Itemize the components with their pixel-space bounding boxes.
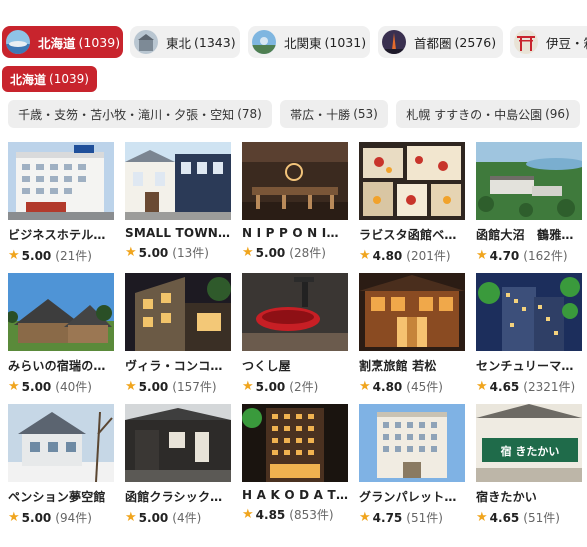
hotel-photo <box>8 404 114 482</box>
star-icon: ★ <box>8 379 20 394</box>
hotel-name: 函館大沼 鶴雅… <box>476 228 574 242</box>
hotel-name: ビジネスホテル… <box>8 228 106 242</box>
star-icon: ★ <box>476 379 488 394</box>
star-icon: ★ <box>125 510 137 525</box>
hotel-rating: ★ 4.80 (45件) <box>359 379 443 394</box>
hotel-photo <box>8 273 114 351</box>
hotel-name: みらいの宿瑞の… <box>8 359 106 373</box>
hotel-card[interactable]: ヴィラ・コンコ… ★ 5.00 (157件) <box>125 273 231 398</box>
hotel-photo <box>359 142 465 220</box>
hotel-card[interactable]: 割烹旅館 若松 ★ 4.80 (45件) <box>359 273 465 398</box>
hotel-rating: ★ 5.00 (21件) <box>8 248 92 263</box>
hotel-photo <box>125 273 231 351</box>
hotel-rating: ★ 5.00 (28件) <box>242 245 326 260</box>
hotel-photo <box>242 142 348 220</box>
star-icon: ★ <box>359 248 371 263</box>
hotel-card[interactable]: N I P P O N I… ★ 5.00 (28件) <box>242 142 348 267</box>
hotel-card[interactable]: みらいの宿瑞の… ★ 5.00 (40件) <box>8 273 114 398</box>
star-icon: ★ <box>242 379 254 394</box>
hotel-name: 宿きたかい <box>476 490 538 504</box>
star-icon: ★ <box>359 379 371 394</box>
hotel-photo <box>125 142 231 220</box>
star-icon: ★ <box>476 248 488 263</box>
star-icon: ★ <box>8 248 20 263</box>
hotel-rating: ★ 4.65 (2321件) <box>476 379 576 394</box>
hotel-card[interactable]: 函館クラシック… ★ 5.00 (4件) <box>125 404 231 529</box>
hotel-rating: ★ 4.75 (51件) <box>359 510 443 525</box>
star-icon: ★ <box>359 510 371 525</box>
hotel-card[interactable]: ビジネスホテル… ★ 5.00 (21件) <box>8 142 114 267</box>
hotel-rating: ★ 4.70 (162件) <box>476 248 568 263</box>
hotel-name: センチュリーマ… <box>476 359 574 373</box>
hotel-photo <box>242 404 348 482</box>
hotel-name: H A K O D A T… <box>242 488 348 502</box>
hotel-name: ラビスタ函館ベ… <box>359 228 457 242</box>
star-icon: ★ <box>125 245 137 260</box>
hotel-card[interactable]: ペンション夢空館 ★ 5.00 (94件) <box>8 404 114 529</box>
hotel-rating: ★ 5.00 (157件) <box>125 379 217 394</box>
hotel-rating: ★ 5.00 (40件) <box>8 379 92 394</box>
hotel-photo <box>8 142 114 220</box>
hotel-card[interactable]: グランパレット… ★ 4.75 (51件) <box>359 404 465 529</box>
star-icon: ★ <box>476 510 488 525</box>
hotel-name: 函館クラシック… <box>125 490 223 504</box>
star-icon: ★ <box>8 510 20 525</box>
hotel-photo <box>476 142 582 220</box>
hotel-photo <box>359 404 465 482</box>
hotel-card[interactable]: センチュリーマ… ★ 4.65 (2321件) <box>476 273 582 398</box>
hotel-card[interactable]: ラビスタ函館ベ… ★ 4.80 (201件) <box>359 142 465 267</box>
hotel-card[interactable]: H A K O D A T… ★ 4.85 (853件) <box>242 404 348 529</box>
star-icon: ★ <box>125 379 137 394</box>
hotel-card[interactable]: つくし屋 ★ 5.00 (2件) <box>242 273 348 398</box>
hotel-grid: ビジネスホテル… ★ 5.00 (21件) SMALL TOWN… ★ 5.00 (13… <box>0 0 587 547</box>
star-icon: ★ <box>242 245 254 260</box>
hotel-rating: ★ 4.85 (853件) <box>242 507 334 522</box>
hotel-card[interactable]: SMALL TOWN… ★ 5.00 (13件) <box>125 142 231 267</box>
hotel-rating: ★ 5.00 (13件) <box>125 245 209 260</box>
hotel-rating: ★ 4.65 (51件) <box>476 510 560 525</box>
hotel-card[interactable]: 宿 きたかい 宿きたかい ★ 4.65 (51件) <box>476 404 582 529</box>
star-icon: ★ <box>242 507 254 522</box>
hotel-name: ヴィラ・コンコ… <box>125 359 223 373</box>
hotel-photo: 宿 きたかい <box>476 404 582 482</box>
hotel-rating: ★ 5.00 (94件) <box>8 510 92 525</box>
hotel-rating: ★ 5.00 (2件) <box>242 379 319 394</box>
hotel-name: N I P P O N I… <box>242 226 339 240</box>
hotel-name: 割烹旅館 若松 <box>359 359 437 373</box>
hotel-card[interactable]: 函館大沼 鶴雅… ★ 4.70 (162件) <box>476 142 582 267</box>
hotel-name: SMALL TOWN… <box>125 226 231 240</box>
hotel-photo <box>125 404 231 482</box>
hotel-rating: ★ 4.80 (201件) <box>359 248 451 263</box>
hotel-name: ペンション夢空館 <box>8 490 106 504</box>
hotel-photo <box>242 273 348 351</box>
hotel-photo <box>359 273 465 351</box>
hotel-rating: ★ 5.00 (4件) <box>125 510 202 525</box>
kitakai-sign-text: 宿 きたかい <box>501 444 560 458</box>
hotel-photo <box>476 273 582 351</box>
hotel-name: グランパレット… <box>359 490 457 504</box>
hotel-name: つくし屋 <box>242 359 291 373</box>
